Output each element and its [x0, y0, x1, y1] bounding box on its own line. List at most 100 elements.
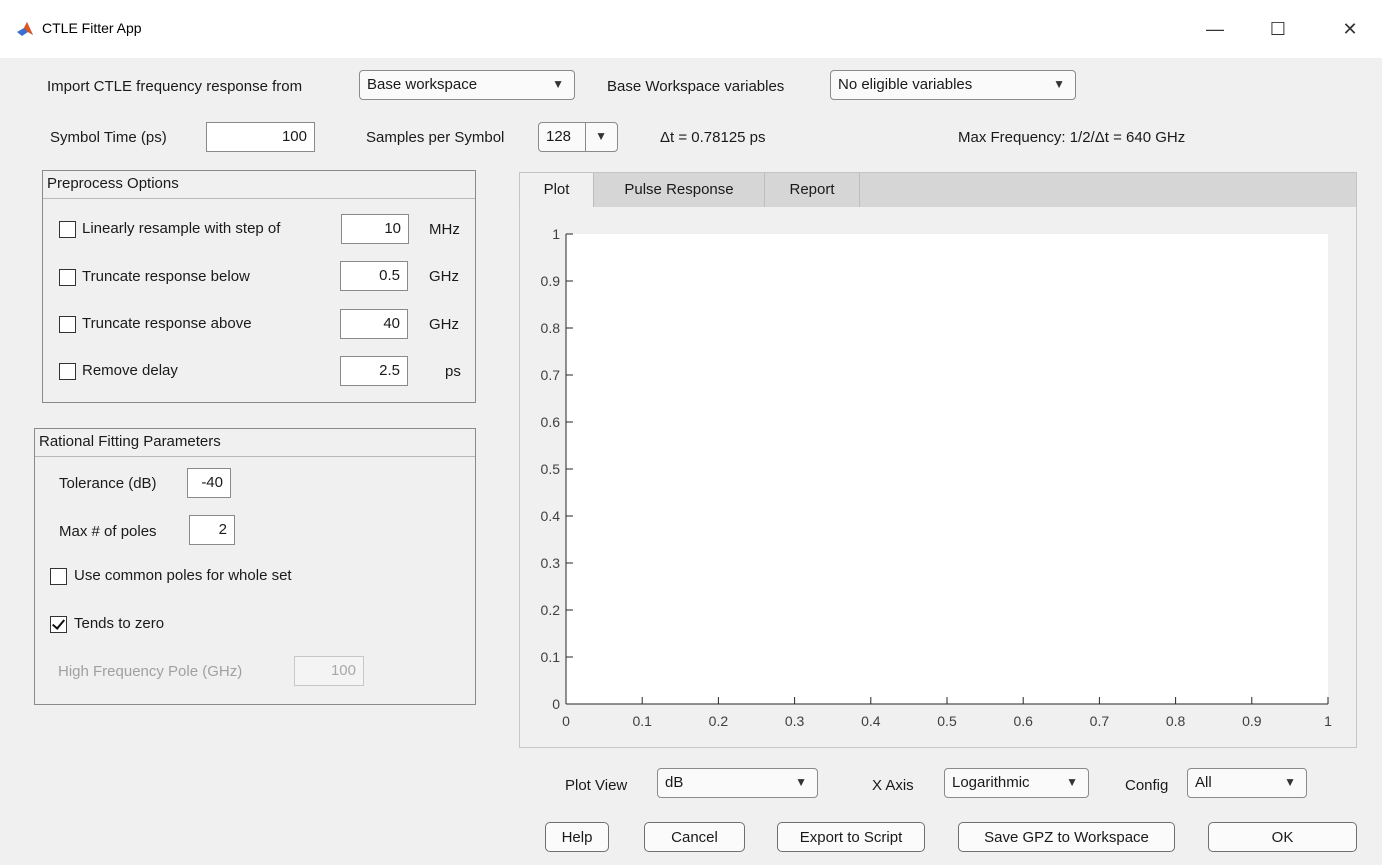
- dropdown-arrow-icon: ▼: [795, 775, 807, 789]
- dropdown-divider: [585, 123, 586, 151]
- tab-report[interactable]: Report: [765, 173, 860, 208]
- window-title: CTLE Fitter App: [42, 20, 142, 36]
- remove-delay-unit: ps: [445, 363, 461, 380]
- y-tick-label: 0.6: [541, 414, 561, 430]
- remove-delay-checkbox[interactable]: [59, 363, 76, 380]
- config-value: All: [1195, 774, 1212, 791]
- max-poles-label: Max # of poles: [59, 523, 157, 540]
- x-tick-label: 1: [1324, 713, 1332, 729]
- preprocess-panel: Preprocess Options Linearly resample wit…: [42, 170, 476, 403]
- y-tick-label: 0.8: [541, 320, 561, 336]
- tab-pulse-response[interactable]: Pulse Response: [594, 173, 765, 208]
- dropdown-arrow-icon: ▼: [595, 129, 607, 143]
- y-tick-label: 0: [552, 696, 560, 712]
- config-dropdown[interactable]: All ▼: [1187, 768, 1307, 798]
- x-tick-label: 0.7: [1090, 713, 1110, 729]
- tolerance-label: Tolerance (dB): [59, 475, 157, 492]
- symbol-time-label: Symbol Time (ps): [50, 129, 167, 146]
- plot-view-value: dB: [665, 774, 684, 791]
- resample-step-field[interactable]: 10: [341, 214, 409, 244]
- panel-divider: [35, 456, 475, 457]
- import-source-value: Base workspace: [367, 76, 478, 93]
- truncate-above-field[interactable]: 40: [340, 309, 408, 339]
- samples-per-symbol-value: 128: [546, 128, 572, 145]
- dropdown-arrow-icon: ▼: [1053, 77, 1065, 91]
- y-tick-label: 0.7: [541, 367, 561, 383]
- dropdown-arrow-icon: ▼: [1284, 775, 1296, 789]
- tab-plot[interactable]: Plot: [520, 173, 594, 209]
- fitting-title: Rational Fitting Parameters: [39, 433, 221, 450]
- x-tick-label: 0: [562, 713, 570, 729]
- resample-checkbox[interactable]: [59, 221, 76, 238]
- x-axis-dropdown[interactable]: Logarithmic ▼: [944, 768, 1089, 798]
- max-poles-field[interactable]: 2: [189, 515, 235, 545]
- fitting-panel: Rational Fitting Parameters Tolerance (d…: [34, 428, 476, 705]
- hf-pole-label: High Frequency Pole (GHz): [58, 663, 243, 680]
- x-axis-value: Logarithmic: [952, 774, 1030, 791]
- workspace-vars-dropdown[interactable]: No eligible variables ▼: [830, 70, 1076, 100]
- truncate-below-checkbox[interactable]: [59, 269, 76, 286]
- delta-t-text: Δt = 0.78125 ps: [660, 129, 766, 146]
- remove-delay-label: Remove delay: [82, 362, 178, 379]
- import-source-dropdown[interactable]: Base workspace ▼: [359, 70, 575, 100]
- tolerance-field[interactable]: -40: [187, 468, 231, 498]
- save-gpz-button[interactable]: Save GPZ to Workspace: [958, 822, 1175, 852]
- plot-view-dropdown[interactable]: dB ▼: [657, 768, 818, 798]
- common-poles-checkbox[interactable]: [50, 568, 67, 585]
- x-tick-label: 0.4: [861, 713, 881, 729]
- hf-pole-field[interactable]: 100: [294, 656, 364, 686]
- truncate-below-label: Truncate response below: [82, 268, 250, 285]
- x-tick-label: 0.9: [1242, 713, 1262, 729]
- import-source-label: Import CTLE frequency response from: [47, 78, 303, 95]
- dropdown-arrow-icon: ▼: [1066, 775, 1078, 789]
- ok-button[interactable]: OK: [1208, 822, 1357, 852]
- export-script-button[interactable]: Export to Script: [777, 822, 925, 852]
- y-tick-label: 0.1: [541, 649, 561, 665]
- x-tick-label: 0.3: [785, 713, 805, 729]
- truncate-below-field[interactable]: 0.5: [340, 261, 408, 291]
- help-button[interactable]: Help: [545, 822, 609, 852]
- y-tick-label: 0.4: [541, 508, 561, 524]
- truncate-above-label: Truncate response above: [82, 315, 252, 332]
- maximize-button[interactable]: ☐: [1258, 14, 1298, 44]
- common-poles-label: Use common poles for whole set: [74, 567, 292, 584]
- x-tick-label: 0.6: [1013, 713, 1033, 729]
- panel-divider: [43, 198, 475, 199]
- tab-strip: Plot Pulse Response Report: [519, 172, 1357, 209]
- config-label: Config: [1125, 777, 1169, 794]
- tends-to-zero-label: Tends to zero: [74, 615, 165, 632]
- x-tick-label: 0.1: [632, 713, 652, 729]
- remove-delay-field[interactable]: 2.5: [340, 356, 408, 386]
- y-tick-label: 0.5: [541, 461, 561, 477]
- symbol-time-field[interactable]: 100: [206, 122, 315, 152]
- x-tick-label: 0.2: [709, 713, 729, 729]
- minimize-button[interactable]: —: [1195, 14, 1235, 44]
- resample-unit: MHz: [429, 221, 460, 238]
- samples-per-symbol-dropdown[interactable]: 128 ▼: [538, 122, 618, 152]
- max-frequency-text: Max Frequency: 1/2/Δt = 640 GHz: [958, 129, 1186, 146]
- y-tick-label: 0.9: [541, 273, 561, 289]
- x-tick-label: 0.5: [937, 713, 957, 729]
- plot-area: [566, 234, 1328, 704]
- matlab-icon: [16, 20, 34, 38]
- title-bar: CTLE Fitter App — ☐ ✕: [0, 0, 1382, 58]
- x-tick-label: 0.8: [1166, 713, 1186, 729]
- resample-label: Linearly resample with step of: [82, 220, 281, 237]
- cancel-button[interactable]: Cancel: [644, 822, 745, 852]
- x-axis-label: X Axis: [872, 777, 914, 794]
- truncate-above-checkbox[interactable]: [59, 316, 76, 333]
- workspace-vars-label: Base Workspace variables: [607, 78, 785, 95]
- tends-to-zero-checkbox[interactable]: [50, 616, 67, 633]
- dropdown-arrow-icon: ▼: [552, 77, 564, 91]
- truncate-below-unit: GHz: [429, 268, 459, 285]
- samples-per-symbol-label: Samples per Symbol: [366, 129, 505, 146]
- close-button[interactable]: ✕: [1330, 14, 1370, 44]
- plot-view-label: Plot View: [565, 777, 628, 794]
- y-tick-label: 1: [552, 226, 560, 242]
- y-tick-label: 0.2: [541, 602, 561, 618]
- plot-axes[interactable]: 0 0.1 0.2 0.3 0.4 0.5 0.6 0.7 0.8 0.9 1 0 0.1 0.2 0.3 0…: [520, 208, 1356, 746]
- truncate-above-unit: GHz: [429, 316, 459, 333]
- y-tick-label: 0.3: [541, 555, 561, 571]
- workspace-vars-value: No eligible variables: [838, 76, 973, 93]
- preprocess-title: Preprocess Options: [47, 175, 179, 192]
